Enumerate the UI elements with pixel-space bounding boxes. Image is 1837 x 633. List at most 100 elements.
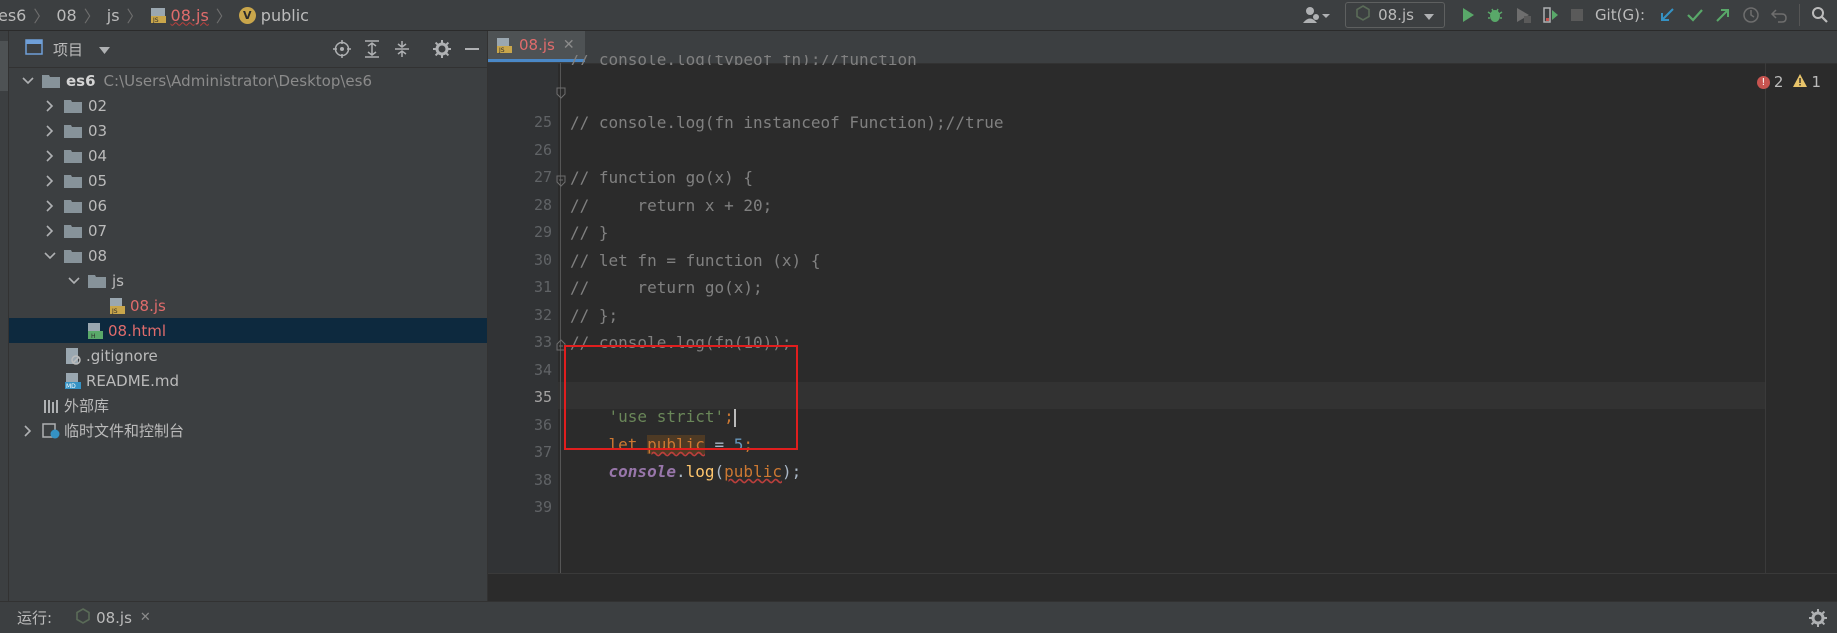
folder-icon bbox=[64, 99, 82, 113]
folder-icon bbox=[88, 274, 106, 288]
chevron-down-icon[interactable] bbox=[66, 276, 82, 285]
left-tool-strip bbox=[0, 31, 9, 601]
code-line[interactable]: // return go(x); bbox=[570, 278, 763, 297]
breadcrumb-separator: 〉 bbox=[33, 7, 50, 26]
chevron-down-icon bbox=[1423, 6, 1434, 24]
git-commit-icon[interactable] bbox=[1686, 2, 1704, 28]
code-line[interactable]: // return x + 20; bbox=[570, 196, 772, 215]
project-panel-title[interactable]: 项目 bbox=[53, 39, 83, 60]
breadcrumb-08[interactable]: 08 bbox=[56, 6, 76, 25]
code-line[interactable]: // function go(x) { bbox=[570, 168, 753, 187]
breadcrumb-separator: 〉 bbox=[215, 7, 232, 26]
tree-item-file-08-js[interactable]: JS 08.js bbox=[9, 293, 487, 318]
chevron-right-icon[interactable] bbox=[20, 424, 36, 437]
code-line[interactable]: // console.log(fn instanceof Function);/… bbox=[570, 113, 1003, 132]
git-push-icon[interactable] bbox=[1714, 2, 1732, 28]
tree-item-es6[interactable]: es6 C:\Users\Administrator\Desktop\es6 bbox=[9, 68, 487, 93]
expand-all-icon[interactable] bbox=[357, 31, 387, 67]
warning-count: 1 bbox=[1811, 73, 1821, 91]
folder-icon bbox=[64, 224, 82, 238]
user-icon[interactable] bbox=[1302, 2, 1331, 28]
rollback-icon[interactable] bbox=[1770, 2, 1788, 28]
tree-item-label: README.md bbox=[86, 371, 180, 390]
tree-item-folder-06[interactable]: 06 bbox=[9, 193, 487, 218]
minimize-icon[interactable] bbox=[457, 31, 487, 67]
line-number: 33 bbox=[533, 333, 552, 351]
main-toolbar: 08.js Git(G): bbox=[1297, 0, 1837, 30]
chevron-right-icon[interactable] bbox=[42, 174, 58, 187]
close-icon[interactable]: ✕ bbox=[140, 610, 151, 625]
chevron-right-icon[interactable] bbox=[42, 224, 58, 237]
tree-item-label: .gitignore bbox=[86, 346, 158, 365]
editor-area: JS 08.js ✕ // console.log(typeof fn);//f… bbox=[488, 31, 1837, 602]
code-line-37[interactable]: console.log(public); bbox=[570, 443, 802, 500]
tree-item-file-gitignore[interactable]: .gitignore bbox=[9, 343, 487, 368]
tree-item-file-readme[interactable]: MD README.md bbox=[9, 368, 487, 393]
profile-icon[interactable] bbox=[1542, 2, 1560, 28]
line-number: 29 bbox=[533, 223, 552, 241]
tree-item-folder-07[interactable]: 07 bbox=[9, 218, 487, 243]
gear-icon[interactable] bbox=[427, 31, 457, 67]
fold-marker-icon[interactable] bbox=[556, 84, 566, 103]
folder-icon bbox=[64, 124, 82, 138]
stop-icon[interactable] bbox=[1570, 2, 1584, 28]
tree-item-folder-03[interactable]: 03 bbox=[9, 118, 487, 143]
line-number: 27 bbox=[533, 168, 552, 186]
breadcrumb-08-js[interactable]: 08.js bbox=[171, 6, 209, 25]
coverage-icon[interactable] bbox=[1514, 2, 1532, 28]
tree-item-folder-05[interactable]: 05 bbox=[9, 168, 487, 193]
scratches-icon bbox=[42, 422, 60, 438]
tree-item-folder-04[interactable]: 04 bbox=[9, 143, 487, 168]
locate-icon[interactable] bbox=[327, 31, 357, 67]
inspection-widget[interactable]: ! 2 1 bbox=[1756, 73, 1821, 91]
chevron-down-icon[interactable] bbox=[42, 251, 58, 260]
run-tool-window-bar: 运行: 08.js ✕ bbox=[0, 601, 1837, 633]
breadcrumb-es6[interactable]: es6 bbox=[0, 6, 26, 25]
chevron-right-icon[interactable] bbox=[42, 99, 58, 112]
node-icon bbox=[1356, 5, 1370, 25]
chevron-right-icon[interactable] bbox=[42, 149, 58, 162]
breadcrumb-separator: 〉 bbox=[126, 7, 143, 26]
folder-icon bbox=[64, 174, 82, 188]
chevron-right-icon[interactable] bbox=[42, 199, 58, 212]
variable-icon: V bbox=[238, 6, 256, 24]
history-icon[interactable] bbox=[1742, 2, 1760, 28]
code-line[interactable]: // } bbox=[570, 223, 609, 242]
run-tab[interactable]: 08.js ✕ bbox=[76, 607, 151, 628]
chevron-down-icon[interactable] bbox=[99, 40, 111, 58]
breadcrumb-js[interactable]: js bbox=[107, 6, 120, 25]
line-number-current: 35 bbox=[533, 388, 552, 406]
tree-item-folder-08[interactable]: 08 bbox=[9, 243, 487, 268]
horizontal-scrollbar[interactable] bbox=[488, 573, 1837, 602]
tree-item-scratches[interactable]: 临时文件和控制台 bbox=[9, 418, 487, 443]
markdown-file-icon: MD bbox=[65, 372, 81, 390]
gear-icon[interactable] bbox=[1809, 609, 1827, 631]
debug-icon[interactable] bbox=[1486, 2, 1504, 28]
editor-tab-label: 08.js bbox=[519, 36, 555, 54]
code-line[interactable]: // }; bbox=[570, 306, 618, 325]
tree-item-label: 02 bbox=[88, 96, 108, 115]
breadcrumb-public[interactable]: public bbox=[261, 6, 309, 25]
tree-item-folder-02[interactable]: 02 bbox=[9, 93, 487, 118]
tree-item-label: 08 bbox=[88, 246, 108, 265]
tree-item-label: 07 bbox=[88, 221, 108, 240]
tree-item-label: 08.js bbox=[130, 296, 166, 315]
collapse-all-icon[interactable] bbox=[387, 31, 417, 67]
chevron-right-icon[interactable] bbox=[42, 124, 58, 137]
tree-item-external-libraries[interactable]: 外部库 bbox=[9, 393, 487, 418]
close-icon[interactable]: ✕ bbox=[563, 37, 575, 53]
fold-marker-icon[interactable] bbox=[556, 172, 566, 191]
git-update-icon[interactable] bbox=[1658, 2, 1676, 28]
run-configuration-select[interactable]: 08.js bbox=[1345, 2, 1445, 28]
search-icon[interactable] bbox=[1811, 2, 1829, 28]
project-tool-window-icon[interactable] bbox=[0, 41, 8, 91]
tree-item-file-08-html[interactable]: H 08.html bbox=[9, 318, 487, 343]
tree-item-folder-js[interactable]: js bbox=[9, 268, 487, 293]
chevron-down-icon[interactable] bbox=[20, 76, 36, 85]
folder-icon bbox=[42, 74, 60, 88]
error-count: 2 bbox=[1773, 73, 1784, 91]
toolbar-divider bbox=[1799, 4, 1800, 26]
code-line[interactable]: // let fn = function (x) { bbox=[570, 251, 820, 270]
run-tab-label: 08.js bbox=[96, 608, 132, 627]
run-icon[interactable] bbox=[1460, 2, 1476, 28]
